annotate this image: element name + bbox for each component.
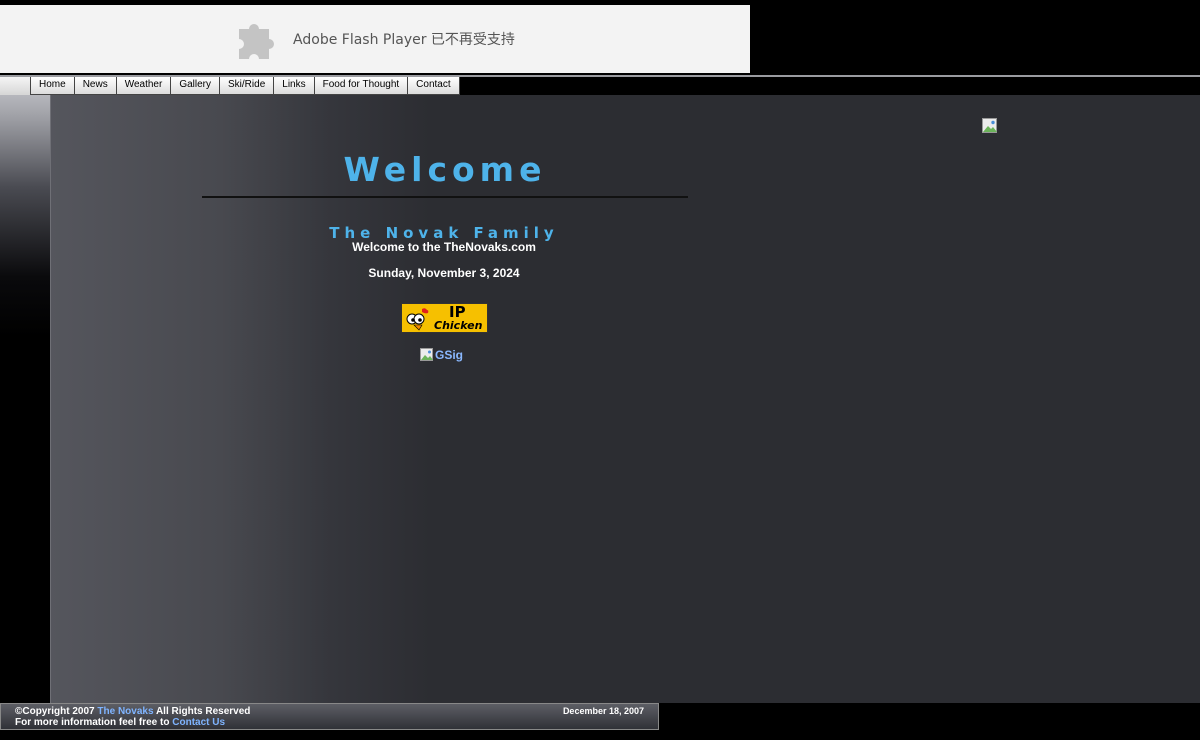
ipchicken-chicken-text: Chicken bbox=[434, 319, 483, 332]
title-divider bbox=[202, 196, 688, 198]
broken-image-icon bbox=[982, 118, 997, 133]
broken-image-icon bbox=[420, 348, 433, 361]
gsig-alt-text: GSig bbox=[435, 348, 464, 362]
footer-info: For more information feel free to Contac… bbox=[15, 717, 225, 728]
puzzle-piece-icon bbox=[239, 24, 275, 59]
nav-contact[interactable]: Contact bbox=[408, 77, 460, 95]
gsig-image-link[interactable]: GSig bbox=[420, 348, 463, 362]
flash-unsupported-banner: Adobe Flash Player 已不再受支持 bbox=[0, 5, 750, 73]
nav-gallery[interactable]: Gallery bbox=[171, 77, 221, 95]
main-nav: Home News Weather Gallery Ski/Ride Links… bbox=[30, 77, 460, 95]
nav-links[interactable]: Links bbox=[274, 77, 315, 95]
nav-ski-ride[interactable]: Ski/Ride bbox=[220, 77, 275, 95]
page-footer: ©Copyright 2007 The Novaks All Rights Re… bbox=[0, 703, 659, 730]
nav-food-for-thought[interactable]: Food for Thought bbox=[314, 77, 409, 95]
info-prefix: For more information feel free to bbox=[15, 717, 173, 728]
nav-home[interactable]: Home bbox=[31, 77, 75, 95]
flash-message: Adobe Flash Player 已不再受支持 bbox=[293, 32, 515, 48]
left-gradient-column bbox=[0, 77, 50, 707]
current-date: Sunday, November 3, 2024 bbox=[368, 266, 520, 280]
nav-weather[interactable]: Weather bbox=[116, 77, 172, 95]
nav-news[interactable]: News bbox=[74, 77, 117, 95]
page-title: Welcome bbox=[343, 150, 547, 189]
ipchicken-badge[interactable]: IP Chicken bbox=[401, 303, 488, 333]
footer-owner-link[interactable]: The Novaks bbox=[97, 706, 153, 717]
copyright-prefix: ©Copyright 2007 bbox=[15, 706, 98, 717]
copyright-suffix: All Rights Reserved bbox=[153, 706, 251, 717]
footer-date: December 18, 2007 bbox=[562, 706, 644, 716]
chicken-icon bbox=[406, 308, 429, 331]
footer-copyright: ©Copyright 2007 The Novaks All Rights Re… bbox=[15, 706, 250, 717]
footer-contact-link[interactable]: Contact Us bbox=[172, 717, 225, 728]
welcome-subtitle: Welcome to the TheNovaks.com bbox=[352, 240, 536, 254]
